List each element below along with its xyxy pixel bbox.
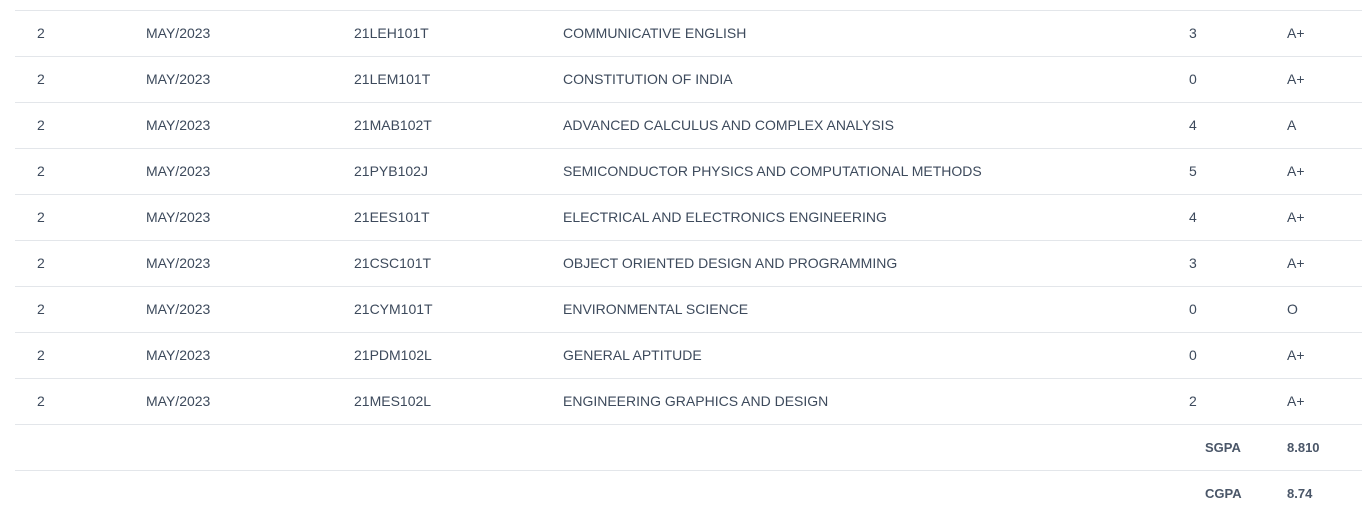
table-row: 2 MAY/2023 21EES101T ELECTRICAL AND ELEC… bbox=[15, 195, 1362, 241]
grade-cell: A+ bbox=[1287, 393, 1305, 409]
credit-cell: 0 bbox=[1189, 347, 1197, 363]
table-row: 2 MAY/2023 21PDM102L GENERAL APTITUDE 0 … bbox=[15, 333, 1362, 379]
credit-cell: 5 bbox=[1189, 163, 1197, 179]
table-row: 2 MAY/2023 21MES102L ENGINEERING GRAPHIC… bbox=[15, 379, 1362, 425]
course-title-cell: SEMICONDUCTOR PHYSICS AND COMPUTATIONAL … bbox=[563, 163, 982, 179]
grade-cell: O bbox=[1287, 301, 1298, 317]
credit-cell: 4 bbox=[1189, 117, 1197, 133]
course-code-cell: 21MAB102T bbox=[354, 117, 432, 133]
course-code-cell: 21LEM101T bbox=[354, 71, 431, 87]
credit-cell: 2 bbox=[1189, 393, 1197, 409]
month-year-cell: MAY/2023 bbox=[146, 301, 211, 317]
month-year-cell: MAY/2023 bbox=[146, 255, 211, 271]
table-row: 2 MAY/2023 21CYM101T ENVIRONMENTAL SCIEN… bbox=[15, 287, 1362, 333]
semester-cell: 2 bbox=[37, 25, 45, 41]
semester-cell: 2 bbox=[37, 209, 45, 225]
course-title-cell: CONSTITUTION OF INDIA bbox=[563, 71, 733, 87]
semester-cell: 2 bbox=[37, 71, 45, 87]
cgpa-label: CGPA bbox=[1205, 486, 1242, 501]
table-row: 2 MAY/2023 21CSC101T OBJECT ORIENTED DES… bbox=[15, 241, 1362, 287]
course-title-cell: ENVIRONMENTAL SCIENCE bbox=[563, 301, 749, 317]
month-year-cell: MAY/2023 bbox=[146, 71, 211, 87]
cgpa-row: CGPA 8.74 bbox=[15, 471, 1362, 516]
cgpa-value: 8.74 bbox=[1287, 486, 1313, 501]
course-code-cell: 21LEH101T bbox=[354, 25, 429, 41]
course-title-cell: ENGINEERING GRAPHICS AND DESIGN bbox=[563, 393, 829, 409]
sgpa-label: SGPA bbox=[1205, 440, 1241, 455]
table-row: 2 MAY/2023 21MAB102T ADVANCED CALCULUS A… bbox=[15, 103, 1362, 149]
grade-cell: A+ bbox=[1287, 209, 1305, 225]
month-year-cell: MAY/2023 bbox=[146, 209, 211, 225]
credit-cell: 4 bbox=[1189, 209, 1197, 225]
semester-cell: 2 bbox=[37, 255, 45, 271]
course-code-cell: 21PDM102L bbox=[354, 347, 432, 363]
grade-cell: A+ bbox=[1287, 25, 1305, 41]
table-row: 2 MAY/2023 21PYB102J SEMICONDUCTOR PHYSI… bbox=[15, 149, 1362, 195]
grade-cell: A+ bbox=[1287, 163, 1305, 179]
results-table: 2 MAY/2023 21LEH101T COMMUNICATIVE ENGLI… bbox=[15, 10, 1362, 516]
course-title-cell: COMMUNICATIVE ENGLISH bbox=[563, 25, 747, 41]
course-title-cell: GENERAL APTITUDE bbox=[563, 347, 702, 363]
grade-cell: A bbox=[1287, 117, 1297, 133]
month-year-cell: MAY/2023 bbox=[146, 347, 211, 363]
month-year-cell: MAY/2023 bbox=[146, 25, 211, 41]
course-code-cell: 21EES101T bbox=[354, 209, 430, 225]
course-title-cell: ELECTRICAL AND ELECTRONICS ENGINEERING bbox=[563, 209, 887, 225]
semester-cell: 2 bbox=[37, 347, 45, 363]
semester-cell: 2 bbox=[37, 393, 45, 409]
month-year-cell: MAY/2023 bbox=[146, 117, 211, 133]
course-code-cell: 21CYM101T bbox=[354, 301, 433, 317]
semester-cell: 2 bbox=[37, 163, 45, 179]
semester-cell: 2 bbox=[37, 117, 45, 133]
course-title-cell: ADVANCED CALCULUS AND COMPLEX ANALYSIS bbox=[563, 117, 894, 133]
month-year-cell: MAY/2023 bbox=[146, 393, 211, 409]
table-row: 2 MAY/2023 21LEM101T CONSTITUTION OF IND… bbox=[15, 57, 1362, 103]
credit-cell: 0 bbox=[1189, 71, 1197, 87]
grade-cell: A+ bbox=[1287, 347, 1305, 363]
sgpa-row: SGPA 8.810 bbox=[15, 425, 1362, 471]
grade-cell: A+ bbox=[1287, 71, 1305, 87]
credit-cell: 0 bbox=[1189, 301, 1197, 317]
credit-cell: 3 bbox=[1189, 25, 1197, 41]
course-code-cell: 21PYB102J bbox=[354, 163, 428, 179]
credit-cell: 3 bbox=[1189, 255, 1197, 271]
course-title-cell: OBJECT ORIENTED DESIGN AND PROGRAMMING bbox=[563, 255, 898, 271]
table-row: 2 MAY/2023 21LEH101T COMMUNICATIVE ENGLI… bbox=[15, 11, 1362, 57]
sgpa-value: 8.810 bbox=[1287, 440, 1320, 455]
semester-cell: 2 bbox=[37, 301, 45, 317]
month-year-cell: MAY/2023 bbox=[146, 163, 211, 179]
grade-cell: A+ bbox=[1287, 255, 1305, 271]
course-code-cell: 21MES102L bbox=[354, 393, 432, 409]
course-code-cell: 21CSC101T bbox=[354, 255, 432, 271]
